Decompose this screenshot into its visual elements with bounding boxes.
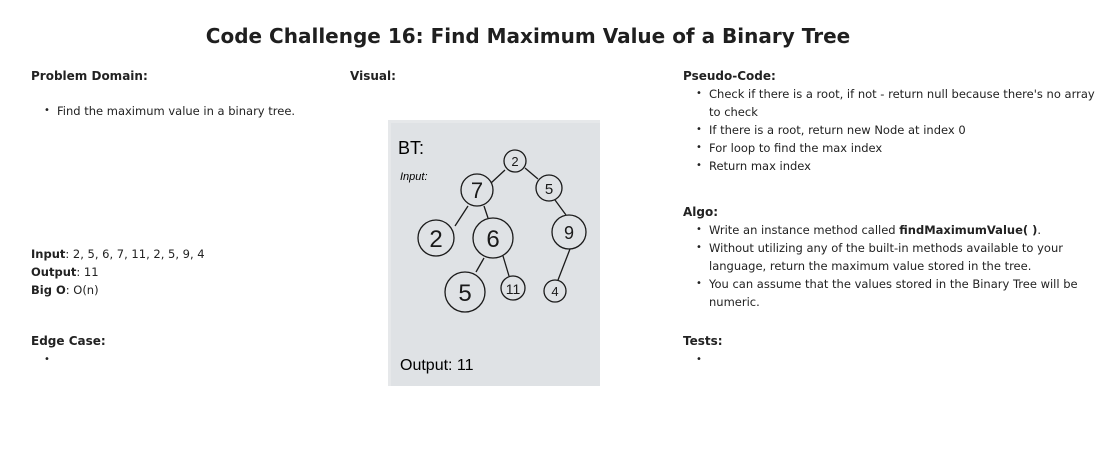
input-label: Input xyxy=(31,247,66,261)
output-value: : 11 xyxy=(76,265,99,279)
svg-text:5: 5 xyxy=(458,280,471,307)
bigo-label: Big O xyxy=(31,283,66,297)
svg-text:4: 4 xyxy=(551,284,558,299)
pseudo-list: Check if there is a root, if not - retur… xyxy=(683,85,1099,175)
algo-list: Write an instance method called findMaxi… xyxy=(683,221,1105,311)
list-item: Check if there is a root, if not - retur… xyxy=(696,85,1099,121)
svg-text:9: 9 xyxy=(564,223,574,243)
bigo-value: : O(n) xyxy=(65,283,99,297)
svg-text:2: 2 xyxy=(511,154,518,169)
visual-heading: Visual: xyxy=(350,69,396,83)
list-item: If there is a root, return new Node at i… xyxy=(696,121,1099,139)
svg-text:2: 2 xyxy=(429,226,442,253)
input-value: : 2, 5, 6, 7, 11, 2, 5, 9, 4 xyxy=(65,247,205,261)
list-item: For loop to find the max index xyxy=(696,139,1099,157)
list-item: Write an instance method called findMaxi… xyxy=(696,221,1105,239)
pseudo-heading: Pseudo-Code: xyxy=(683,69,776,83)
svg-text:11: 11 xyxy=(506,281,521,297)
svg-text:7: 7 xyxy=(471,178,483,203)
whiteboard-bt-label: BT: xyxy=(398,138,424,158)
algo-text: . xyxy=(1037,223,1042,237)
algo-heading: Algo: xyxy=(683,205,719,219)
page-title: Code Challenge 16: Find Maximum Value of… xyxy=(205,24,851,48)
algo-text: Write an instance method called xyxy=(709,223,900,237)
svg-text:5: 5 xyxy=(545,181,553,198)
edge-heading: Edge Case: xyxy=(31,334,106,348)
whiteboard-photo: 2 7 5 2 6 9 5 11 4 BT: Input: Output: 11 xyxy=(388,120,600,386)
list-item: Find the maximum value in a binary tree. xyxy=(44,102,357,120)
problem-heading: Problem Domain: xyxy=(31,69,148,83)
method-name: findMaximumValue( ) xyxy=(899,223,1038,237)
list-item: You can assume that the values stored in… xyxy=(696,275,1105,311)
list-item: Without utilizing any of the built-in me… xyxy=(696,239,1105,275)
svg-text:6: 6 xyxy=(486,226,499,253)
whiteboard-input-label: Input: xyxy=(400,171,428,183)
io-block: Input: 2, 5, 6, 7, 11, 2, 5, 9, 4 Output… xyxy=(31,245,205,299)
problem-list: Find the maximum value in a binary tree. xyxy=(31,102,357,120)
page: Code Challenge 16: Find Maximum Value of… xyxy=(0,0,1105,469)
tests-heading: Tests: xyxy=(683,334,723,348)
whiteboard-output-label: Output: 11 xyxy=(400,357,474,374)
output-label: Output xyxy=(31,265,77,279)
list-item: Return max index xyxy=(696,157,1099,175)
